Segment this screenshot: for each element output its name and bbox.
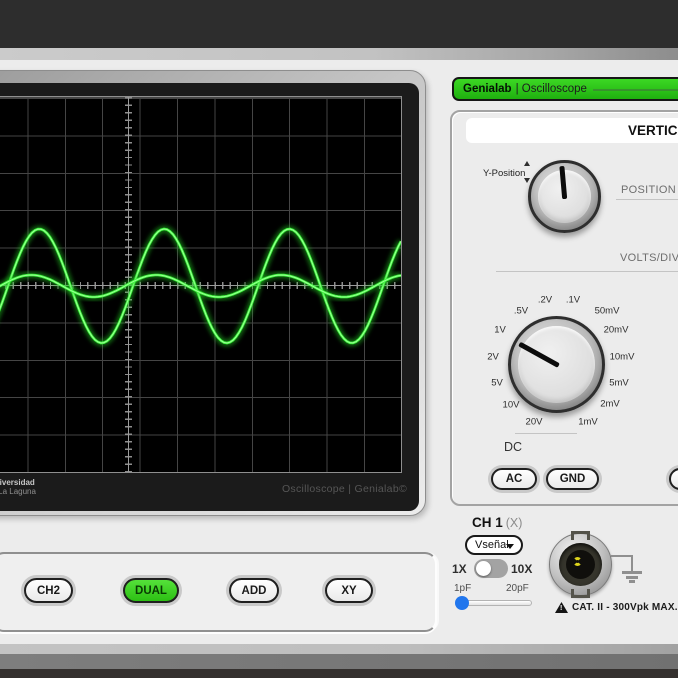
coupling-rule (515, 433, 577, 434)
position-rule (616, 199, 678, 200)
ground-icon-stem (631, 555, 633, 572)
chassis-bottom-trim-mid (0, 654, 678, 669)
capacitance-min-label: 1pF (454, 583, 471, 594)
ground-icon-bar1 (622, 571, 642, 574)
bnc-logo-icon (573, 557, 582, 566)
dc-coupling-button[interactable]: DC (669, 468, 678, 490)
screen-watermark: Oscilloscope | Genialab© (282, 483, 407, 495)
volts-div-rule (496, 271, 678, 272)
gnd-coupling-label: GND (560, 473, 586, 485)
ch2-mode-label: CH2 (37, 585, 60, 597)
capacitance-max-label: 20pF (506, 583, 529, 594)
vertical-panel: VERTICAL Y-Position POSITION VOLTS/DIV D… (450, 110, 678, 506)
screen-bezel: Universidad de La Laguna Oscilloscope | … (0, 83, 419, 511)
add-mode-button[interactable]: ADD (229, 578, 279, 603)
oscilloscope-app: Universidad de La Laguna Oscilloscope | … (0, 0, 678, 678)
y-position-knob[interactable] (528, 160, 601, 233)
vertical-panel-title-bar: VERTICAL (466, 118, 678, 143)
probe-attenuation-toggle[interactable] (474, 559, 508, 578)
warning-icon (555, 602, 568, 613)
university-watermark-line2: de La Laguna (0, 487, 36, 496)
bnc-connector (549, 533, 612, 596)
brand-product: | Oscilloscope (516, 83, 587, 95)
chassis-top-trim (0, 48, 678, 60)
channel1-title: CH 1(X) (472, 515, 522, 530)
channel1-axis-tag: (X) (506, 516, 523, 530)
vertical-panel-title: VERTICAL (628, 118, 678, 143)
y-position-knob-pointer (528, 160, 601, 233)
gnd-coupling-button[interactable]: GND (546, 468, 599, 490)
y-position-label: Y-Position (483, 168, 525, 179)
brand-name: Genialab (463, 83, 512, 95)
capacitance-slider-thumb[interactable] (455, 596, 469, 610)
chassis-top-bar (0, 0, 678, 48)
screen-shell: Universidad de La Laguna Oscilloscope | … (0, 70, 426, 516)
waveform-traces (0, 97, 401, 472)
volts-div-knob[interactable] (508, 316, 605, 413)
volts-div-knob-pointer (495, 303, 619, 427)
probe-toggle-knob (476, 561, 491, 576)
brand-header: Genialab | Oscilloscope (452, 77, 678, 101)
ground-icon-bar2 (626, 576, 638, 579)
volts-div-label: VOLTS/DIV (620, 252, 678, 264)
channel1-name: CH 1 (472, 515, 503, 530)
bnc-bottom-lug (571, 589, 590, 598)
probe-10x-label: 10X (511, 562, 532, 576)
bnc-top-lug (571, 531, 590, 540)
warning-text: CAT. II - 300Vpk MAX. (572, 602, 678, 613)
capacitance-slider[interactable] (456, 600, 532, 606)
xy-mode-button[interactable]: XY (325, 578, 373, 603)
university-watermark-line1: Universidad (0, 478, 35, 487)
ac-coupling-button[interactable]: AC (491, 468, 537, 490)
header-decor-line (593, 89, 678, 91)
chassis-bottom-trim-light (0, 644, 678, 654)
dual-mode-button[interactable]: DUAL (123, 578, 179, 603)
ch2-mode-button[interactable]: CH2 (24, 578, 73, 603)
ground-icon-bar3 (629, 580, 635, 583)
position-label: POSITION (621, 184, 676, 196)
display-mode-panel: CH2 DUAL ADD XY (0, 552, 437, 632)
dual-mode-label: DUAL (135, 585, 167, 597)
ground-icon (611, 555, 633, 557)
xy-mode-label: XY (341, 585, 356, 597)
add-mode-label: ADD (242, 585, 267, 597)
chassis-bottom-trim-dark (0, 669, 678, 678)
coupling-status: DC (504, 440, 522, 454)
signal-select-value: Vseñal (475, 539, 509, 551)
signal-select[interactable]: Vseñal (465, 535, 523, 555)
ac-coupling-label: AC (506, 473, 523, 485)
probe-1x-label: 1X (452, 562, 467, 576)
screen-graticule (0, 96, 402, 473)
